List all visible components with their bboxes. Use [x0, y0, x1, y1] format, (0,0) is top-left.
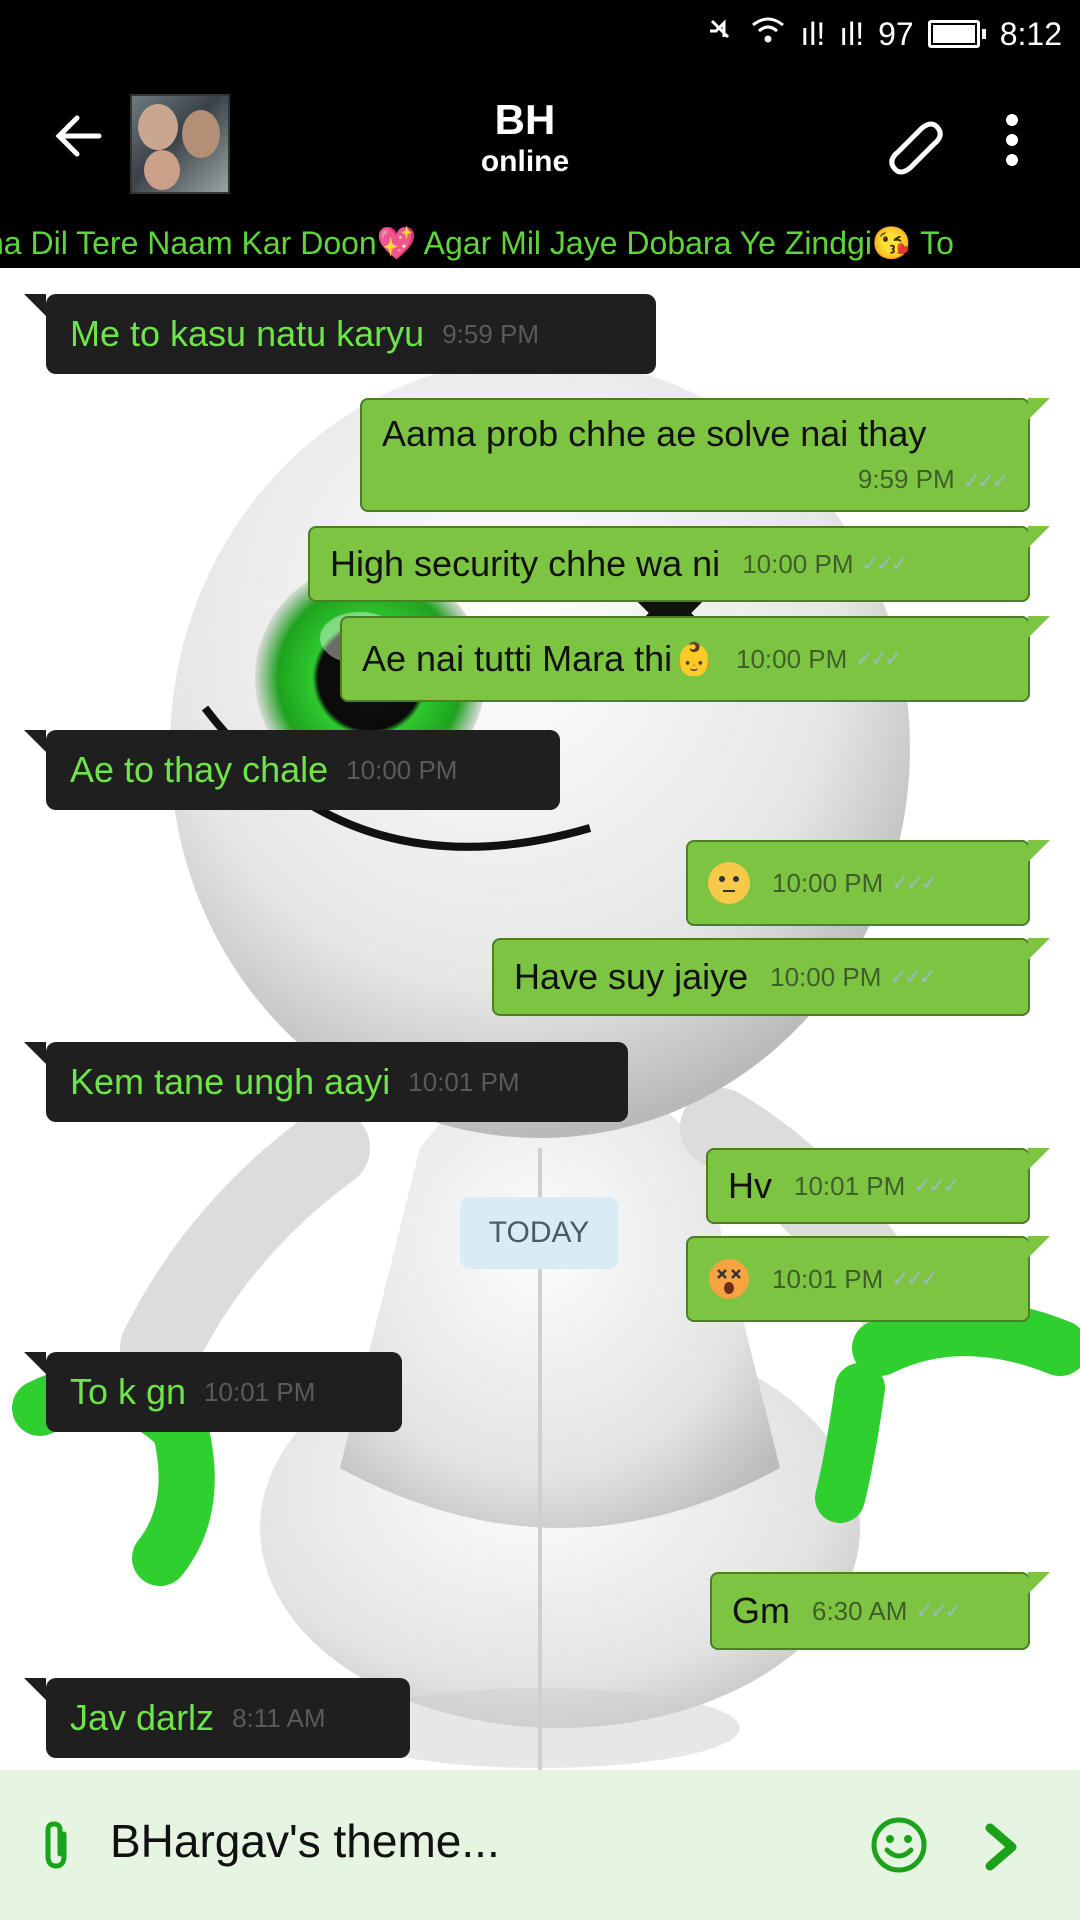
message-outgoing[interactable]: Aama prob chhe ae solve nai thay 9:59 PM… — [360, 398, 1050, 512]
scrolling-status-banner: na Dil Tere Naam Kar Doon💖 Agar Mil Jaye… — [0, 216, 1080, 268]
chat-header: BH online — [0, 66, 1080, 216]
banner-text: na Dil Tere Naam Kar Doon💖 Agar Mil Jaye… — [0, 225, 954, 261]
read-ticks-icon: ✓✓✓ — [891, 1266, 938, 1291]
message-text: Kem tane ungh aayi — [70, 1061, 391, 1102]
message-time: 10:00 PM — [770, 961, 882, 992]
read-ticks-icon: ✓✓✓ — [962, 468, 1010, 493]
dizzy-face-emoji-icon — [708, 1258, 750, 1300]
message-incoming[interactable]: Me to kasu natu karyu 9:59 PM — [24, 294, 656, 374]
message-time: 10:00 PM — [346, 754, 458, 785]
read-ticks-icon: ✓✓✓ — [861, 551, 908, 576]
message-time: 10:01 PM — [794, 1170, 906, 1201]
message-text: Ae nai tutti Mara thi — [362, 638, 673, 679]
message-text: To k gn — [70, 1371, 187, 1412]
message-incoming[interactable]: Jav darlz 8:11 AM — [24, 1678, 410, 1758]
message-incoming[interactable]: Ae to thay chale 10:00 PM — [24, 730, 560, 810]
message-outgoing[interactable]: Have suy jaiye 10:00 PM ✓✓✓ — [492, 938, 1050, 1016]
read-ticks-icon: ✓✓✓ — [889, 964, 936, 989]
mute-icon — [702, 13, 736, 55]
message-text: Jav darlz — [70, 1697, 215, 1738]
read-ticks-icon: ✓✓✓ — [855, 646, 902, 671]
contact-status: online — [480, 145, 570, 178]
read-ticks-icon: ✓✓✓ — [891, 870, 938, 895]
message-time: 10:01 PM — [204, 1376, 316, 1407]
message-time: 8:11 AM — [232, 1702, 326, 1733]
clock: 8:12 — [999, 15, 1062, 52]
contact-name: BH — [494, 96, 556, 143]
message-incoming[interactable]: Kem tane ungh aayi 10:01 PM — [24, 1042, 628, 1122]
message-time: 9:59 PM — [442, 318, 540, 349]
message-outgoing[interactable]: 10:00 PM ✓✓✓ — [686, 840, 1050, 926]
message-time: 10:01 PM — [772, 1263, 884, 1294]
message-input[interactable]: BHargav's theme... — [110, 1814, 500, 1868]
battery-percent: 97 — [878, 15, 914, 52]
signal-2: ıl! — [839, 15, 865, 52]
battery-icon — [927, 20, 986, 48]
message-outgoing[interactable]: Gm 6:30 AM ✓✓✓ — [710, 1572, 1050, 1650]
message-time: 9:59 PM — [857, 464, 955, 494]
message-time: 6:30 AM — [812, 1595, 908, 1626]
message-composer: BHargav's theme... — [0, 1770, 1080, 1920]
message-outgoing[interactable]: High security chhe wa ni 10:00 PM ✓✓✓ — [308, 526, 1050, 602]
more-vert-icon[interactable] — [992, 106, 1032, 186]
contact-title[interactable]: BH online — [380, 96, 670, 180]
paperclip-icon[interactable] — [880, 110, 950, 180]
message-text: Aama prob chhe ae solve nai thay — [382, 413, 927, 454]
message-time: 10:00 PM — [742, 548, 854, 579]
date-divider: TODAY — [460, 1197, 618, 1269]
message-text: High security chhe wa ni — [330, 543, 721, 584]
smiley-icon[interactable] — [870, 1816, 928, 1874]
message-text: Hv — [728, 1165, 772, 1206]
message-outgoing[interactable]: 10:01 PM ✓✓✓ — [686, 1236, 1050, 1322]
message-outgoing[interactable]: Ae nai tutti Mara thi 👶 10:00 PM ✓✓✓ — [340, 616, 1050, 702]
status-bar: ıl! ıl! 97 8:12 — [0, 0, 1080, 66]
wifi-icon — [750, 15, 786, 53]
message-text: Gm — [732, 1590, 790, 1631]
read-ticks-icon: ✓✓✓ — [913, 1173, 960, 1198]
message-text: Ae to thay chale — [70, 749, 329, 790]
message-time: 10:00 PM — [736, 643, 848, 674]
message-incoming[interactable]: To k gn 10:01 PM — [24, 1352, 402, 1432]
message-text: Me to kasu natu karyu — [70, 313, 425, 354]
signal-1: ıl! — [800, 15, 826, 52]
chat-area[interactable]: Me to kasu natu karyu 9:59 PM Aama prob … — [0, 268, 1080, 1770]
message-text: Have suy jaiye — [514, 956, 749, 997]
read-ticks-icon: ✓✓✓ — [915, 1598, 962, 1623]
back-arrow-icon[interactable] — [44, 106, 114, 176]
send-chevron-icon[interactable] — [980, 1822, 1024, 1872]
paperclip-icon[interactable] — [36, 1820, 76, 1870]
crying-baby-emoji-icon: 👶 — [674, 641, 714, 677]
flushed-face-emoji-icon — [708, 862, 750, 904]
message-time: 10:00 PM — [772, 867, 884, 898]
message-outgoing[interactable]: Hv 10:01 PM ✓✓✓ — [706, 1148, 1050, 1224]
message-time: 10:01 PM — [408, 1066, 520, 1097]
contact-avatar[interactable] — [130, 94, 230, 194]
